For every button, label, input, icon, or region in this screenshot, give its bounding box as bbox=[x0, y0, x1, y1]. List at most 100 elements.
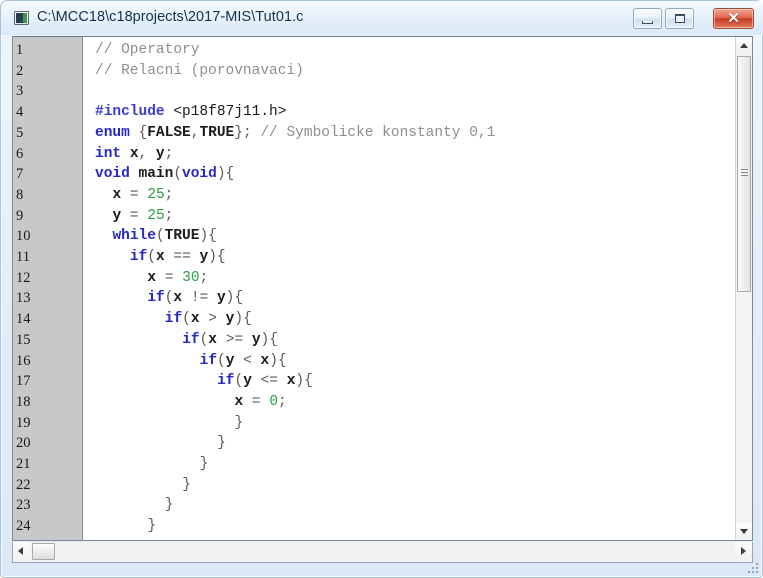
code-line: x = 25; bbox=[112, 185, 173, 206]
code-token: y bbox=[112, 207, 122, 224]
line-number: 12 bbox=[16, 269, 31, 286]
code-token: <p18f87j11.h> bbox=[173, 104, 287, 121]
code-line: x = 30; bbox=[147, 268, 208, 289]
code-token: ){ bbox=[208, 249, 226, 265]
code-line: void main(void){ bbox=[95, 164, 234, 185]
code-token: ){ bbox=[216, 166, 235, 183]
title-bar[interactable]: C:\MCC18\c18projects\2017-MIS\Tut01.c ✕ bbox=[1, 1, 763, 35]
code-token: ){ bbox=[260, 331, 278, 348]
code-token: ; bbox=[199, 269, 209, 286]
code-token: } bbox=[217, 435, 226, 452]
code-token: x bbox=[173, 290, 183, 307]
code-token: x bbox=[147, 269, 157, 286]
code-line: } bbox=[165, 495, 174, 516]
maximize-icon bbox=[675, 14, 685, 23]
code-line: if(y <= x){ bbox=[217, 371, 313, 392]
code-token: } bbox=[234, 414, 244, 431]
code-token: = bbox=[156, 269, 183, 286]
code-token: }; bbox=[234, 124, 252, 141]
code-token: ( bbox=[155, 228, 165, 245]
line-number: 19 bbox=[16, 414, 31, 431]
code-token: y bbox=[251, 331, 261, 348]
code-line: if(x == y){ bbox=[130, 247, 226, 268]
horizontal-scrollbar-thumb[interactable] bbox=[32, 543, 55, 560]
line-number: 18 bbox=[16, 393, 31, 410]
code-token: TRUE bbox=[164, 228, 200, 245]
code-line: if(x != y){ bbox=[147, 288, 243, 309]
code-line: } bbox=[235, 413, 244, 434]
code-token: ; bbox=[164, 186, 174, 203]
code-token: while bbox=[112, 228, 156, 245]
code-line: if(x >= y){ bbox=[182, 330, 278, 351]
code-token: { bbox=[138, 124, 148, 141]
code-token: if bbox=[199, 352, 218, 369]
code-text-area[interactable]: // Operatory // Relacni (porovnavaci) #inc… bbox=[84, 37, 735, 540]
code-token: // Relacni (porovnavaci) bbox=[95, 62, 304, 79]
close-icon: ✕ bbox=[727, 10, 740, 27]
code-token: if bbox=[164, 311, 183, 328]
code-token: ){ bbox=[234, 311, 252, 328]
code-token: int bbox=[95, 145, 122, 162]
code-token: } bbox=[147, 518, 157, 535]
code-token: = bbox=[121, 207, 148, 224]
code-line: int x, y; bbox=[95, 144, 173, 165]
code-token: 30 bbox=[182, 269, 200, 286]
code-token: <= bbox=[251, 373, 287, 390]
line-number: 9 bbox=[16, 207, 24, 224]
code-token: if bbox=[182, 331, 200, 348]
close-button[interactable]: ✕ bbox=[713, 8, 754, 29]
code-token: if bbox=[129, 249, 148, 265]
editor-document-icon bbox=[14, 11, 29, 25]
code-token: x bbox=[208, 331, 217, 348]
code-token: y bbox=[155, 145, 165, 162]
code-token: < bbox=[234, 352, 261, 369]
code-token: = bbox=[121, 186, 148, 203]
code-token: ( bbox=[217, 352, 226, 369]
line-number: 14 bbox=[16, 311, 31, 328]
code-line: // Relacni (porovnavaci) bbox=[95, 61, 304, 82]
code-token: ){ bbox=[269, 352, 287, 369]
code-token: x bbox=[234, 393, 244, 410]
code-token: } bbox=[199, 456, 209, 472]
window-title: C:\MCC18\c18projects\2017-MIS\Tut01.c bbox=[37, 9, 304, 25]
scroll-down-arrow-icon[interactable] bbox=[736, 523, 752, 540]
code-token: } bbox=[164, 497, 174, 514]
code-token: ( bbox=[234, 373, 244, 390]
code-token: == bbox=[164, 249, 200, 265]
code-token: if bbox=[147, 290, 165, 307]
vertical-scrollbar-thumb[interactable] bbox=[737, 56, 751, 292]
code-token: ; bbox=[278, 393, 287, 410]
code-token: ( bbox=[173, 166, 183, 183]
line-number-gutter: 1 2 3 4 5 6 7 8 9 10 11 12 13 14 15 16 17 18 19 20 21 22 23 24 bbox=[13, 37, 83, 540]
code-line: y = 25; bbox=[112, 206, 173, 227]
resize-grip-icon[interactable] bbox=[746, 561, 758, 573]
line-number: 3 bbox=[16, 83, 24, 100]
maximize-button[interactable] bbox=[665, 8, 694, 29]
code-token: TRUE bbox=[199, 124, 235, 141]
line-number: 11 bbox=[16, 249, 30, 265]
minimize-button[interactable] bbox=[633, 8, 662, 29]
code-token: ; bbox=[164, 145, 174, 162]
horizontal-scrollbar[interactable] bbox=[12, 542, 753, 563]
line-number: 6 bbox=[16, 145, 24, 162]
code-token: ){ bbox=[225, 290, 244, 307]
code-line: #include <p18f87j11.h> bbox=[95, 102, 286, 123]
code-token: // Symbolicke konstanty 0,1 bbox=[260, 124, 496, 141]
line-number: 1 bbox=[16, 42, 24, 58]
code-line: } bbox=[217, 433, 226, 454]
scroll-up-arrow-icon[interactable] bbox=[736, 37, 752, 54]
code-token: #include bbox=[95, 104, 165, 121]
code-token: enum bbox=[95, 124, 130, 141]
code-token: 0 bbox=[269, 393, 279, 410]
code-token: x bbox=[129, 145, 139, 162]
code-line: } bbox=[182, 475, 191, 496]
scroll-right-arrow-icon[interactable] bbox=[735, 542, 752, 561]
code-token: void bbox=[182, 166, 217, 183]
scroll-left-arrow-icon[interactable] bbox=[13, 542, 30, 561]
vertical-scrollbar[interactable] bbox=[735, 37, 752, 540]
line-number: 24 bbox=[16, 518, 31, 535]
code-line: if(y < x){ bbox=[200, 351, 287, 372]
code-token: x bbox=[155, 249, 165, 265]
